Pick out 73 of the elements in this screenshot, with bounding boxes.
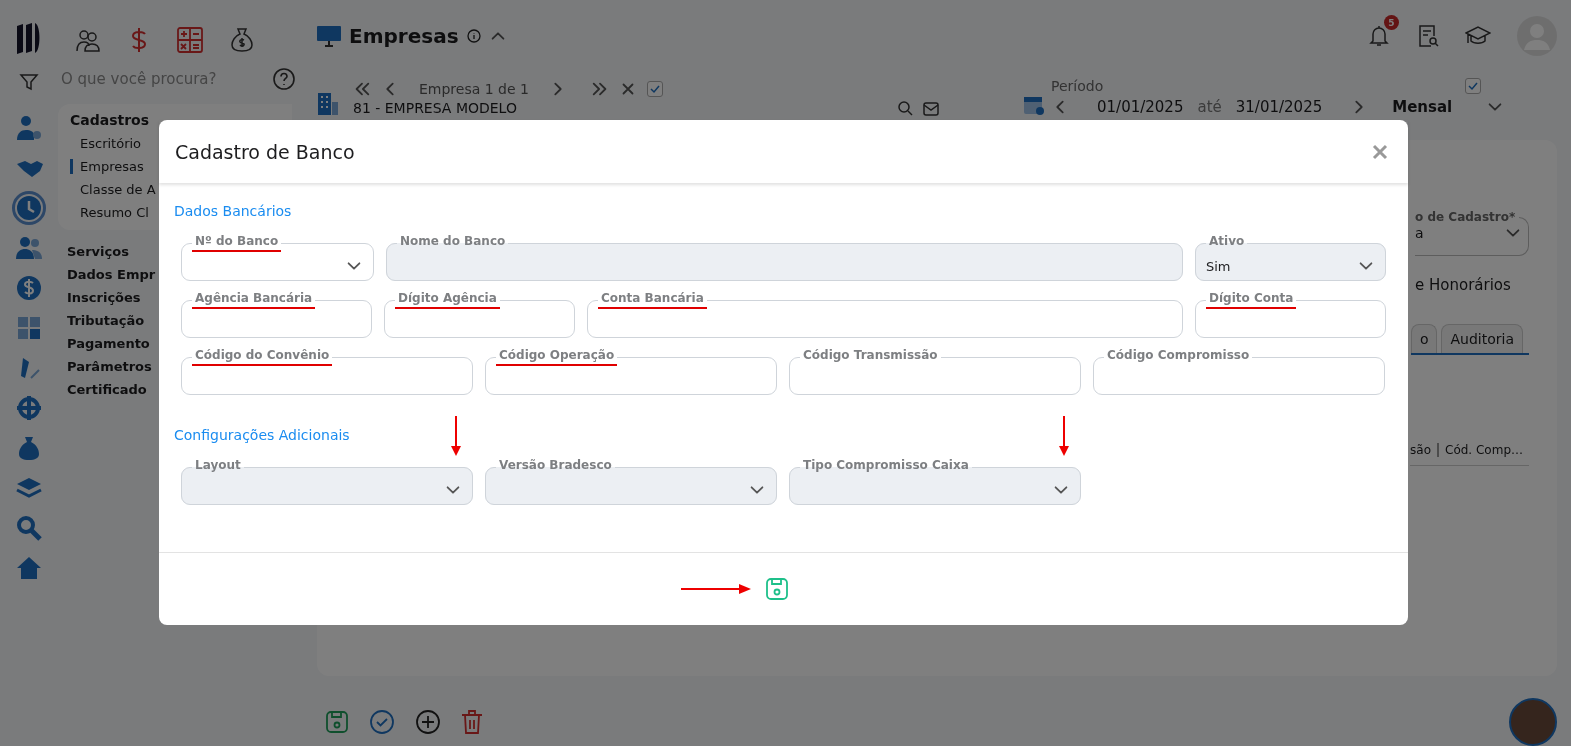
period-label: Período [1051,78,1104,94]
mail-icon[interactable] [923,102,939,116]
field-label: Conta Bancária [598,291,707,309]
record-position: Empresa 1 de 1 [419,81,529,97]
input-field[interactable]: Agência Bancária [181,291,372,338]
field-label: Nº do Banco [192,234,282,252]
checkbox[interactable] [647,81,663,97]
input-field[interactable]: Dígito Conta [1195,291,1386,338]
tab[interactable]: o [1410,324,1438,353]
field-label: o de Cadastro* [1415,210,1517,224]
field-label: Código Operação [496,348,618,366]
field-label: Nome do Banco [399,234,507,250]
page-title: Empresas [349,24,459,48]
submenu-title: Cadastros [70,112,151,128]
date-separator: até [1197,98,1222,116]
help-icon[interactable] [273,68,295,90]
field-label: Layout [194,458,242,474]
field-label: Tipo Compromisso Caixa [802,458,970,474]
check-circle-icon[interactable] [369,709,395,735]
close-icon[interactable] [1372,143,1388,160]
people-icon[interactable] [75,27,101,53]
select-field[interactable]: Nº do Banco [181,234,374,281]
search-icon[interactable] [897,100,913,116]
section-title: Dados Bancários [174,203,292,219]
field-label: Versão Bradesco [498,458,613,474]
building-icon [317,92,339,116]
input-field[interactable]: Código Compromisso [1093,348,1385,395]
notification-badge: 5 [1384,15,1399,30]
select-field[interactable]: o de Cadastro* a [1415,210,1529,256]
option-label: e Honorários [1415,276,1512,294]
dollar-icon[interactable] [129,27,149,53]
period-mode[interactable]: Mensal [1392,98,1473,116]
monitor-icon [317,25,341,47]
input-field[interactable]: Código Operação [485,348,777,395]
input-field[interactable]: Código Transmissão [789,348,1081,395]
calendar-icon[interactable] [1023,94,1045,116]
end-date[interactable]: 31/01/2025 [1235,98,1323,116]
last-page-icon[interactable] [591,80,609,98]
column-header[interactable]: são [1410,443,1437,457]
field-label: Ativo [1208,234,1246,250]
checkmark-icon [1468,81,1478,91]
select-value: a [1415,225,1424,241]
input-field[interactable]: Conta Bancária [587,291,1183,338]
filter-icon[interactable] [18,72,39,92]
avatar-photo-placeholder[interactable] [1509,698,1557,746]
start-date[interactable]: 01/01/2025 [1097,98,1184,116]
field-label: Código do Convênio [192,348,333,366]
checkbox[interactable] [1465,78,1481,94]
info-icon[interactable] [466,29,481,43]
section-title: Configurações Adicionais [174,427,350,443]
trash-icon[interactable] [461,709,483,735]
field-label: Código Compromisso [1106,348,1251,364]
tab[interactable]: Auditoria [1441,324,1523,353]
field-label: Dígito Conta [1206,291,1297,309]
save-icon[interactable] [764,577,789,601]
column-header[interactable]: Cód. Comp… [1437,443,1529,457]
graduation-cap-icon[interactable] [1465,25,1491,47]
input-field[interactable]: Dígito Agência [384,291,575,338]
document-search-icon[interactable] [1417,24,1439,48]
input-field[interactable]: Código do Convênio [181,348,473,395]
money-bag-icon[interactable] [231,27,253,53]
select-value: Sim [1206,258,1231,274]
first-page-icon[interactable] [353,80,371,98]
field-label: Agência Bancária [192,291,316,309]
bell-icon[interactable] [1369,25,1389,47]
checkmark-icon [650,84,660,94]
save-icon[interactable] [325,710,349,734]
company-name: 81 - EMPRESA MODELO [353,100,518,116]
clock-icon[interactable] [11,191,46,225]
field-label: Código Transmissão [802,348,939,364]
modal-title: Cadastro de Banco [175,140,355,163]
add-circle-icon[interactable] [415,709,441,735]
field-label: Dígito Agência [395,291,500,309]
